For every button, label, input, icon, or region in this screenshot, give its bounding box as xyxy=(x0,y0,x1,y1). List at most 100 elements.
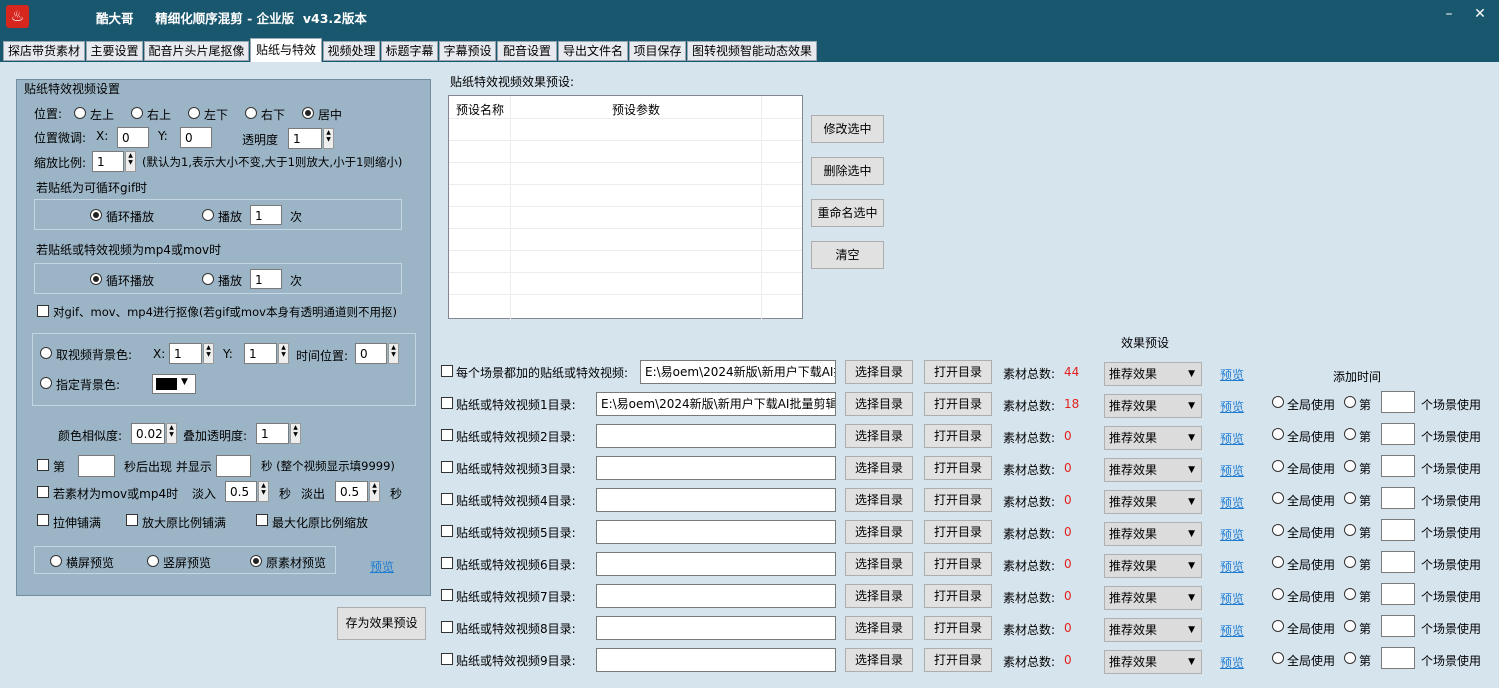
tab-store-material[interactable]: 探店带货素材 xyxy=(3,41,85,61)
nth-scene-radio[interactable] xyxy=(1344,428,1356,440)
effect-select[interactable]: 推荐效果 ▼ xyxy=(1104,394,1202,418)
show-duration-input[interactable] xyxy=(216,455,251,477)
fade-out-input[interactable]: 0.5 xyxy=(335,481,368,502)
global-use-radio[interactable] xyxy=(1272,524,1284,536)
bg-y-input[interactable]: 1 xyxy=(244,343,277,364)
scale-spinner[interactable]: ▲ ▼ xyxy=(125,151,136,172)
nth-scene-radio[interactable] xyxy=(1344,396,1356,408)
open-dir-button[interactable]: 打开目录 xyxy=(924,456,992,480)
row-checkbox[interactable] xyxy=(441,461,453,473)
global-use-radio[interactable] xyxy=(1272,652,1284,664)
scene-number-input[interactable] xyxy=(1381,647,1415,669)
select-dir-button[interactable]: 选择目录 xyxy=(845,616,913,640)
nth-scene-radio[interactable] xyxy=(1344,588,1356,600)
select-dir-button[interactable]: 选择目录 xyxy=(845,424,913,448)
scene-number-input[interactable] xyxy=(1381,519,1415,541)
mp4-play-radio[interactable] xyxy=(202,273,214,285)
effect-select[interactable]: 推荐效果 ▼ xyxy=(1104,490,1202,514)
x-offset-input[interactable]: 0 xyxy=(117,127,149,148)
overlay-opacity-spinner[interactable]: ▲ ▼ xyxy=(290,423,301,444)
scene-number-input[interactable] xyxy=(1381,551,1415,573)
time-position-spinner[interactable]: ▲ ▼ xyxy=(388,343,399,364)
left-preview-link[interactable]: 预览 xyxy=(370,558,394,575)
tab-subtitle-presets[interactable]: 字幕预设 xyxy=(439,41,496,61)
gif-play-radio[interactable] xyxy=(202,209,214,221)
global-use-radio[interactable] xyxy=(1272,556,1284,568)
position-bottom-left-radio[interactable] xyxy=(188,107,200,119)
tab-export-filename[interactable]: 导出文件名 xyxy=(558,41,628,61)
similarity-input[interactable]: 0.02 xyxy=(131,423,165,444)
bg-from-video-radio[interactable] xyxy=(40,347,52,359)
nth-scene-radio[interactable] xyxy=(1344,460,1356,472)
row-checkbox[interactable] xyxy=(441,589,453,601)
row-path-input[interactable] xyxy=(596,488,836,512)
row-path-input[interactable]: E:\易oem\2024新版\新用户下载AI抖 xyxy=(640,360,836,384)
tab-project-save[interactable]: 项目保存 xyxy=(629,41,686,61)
row-checkbox[interactable] xyxy=(441,621,453,633)
global-use-radio[interactable] xyxy=(1272,588,1284,600)
row-preview-link[interactable]: 预览 xyxy=(1220,654,1244,671)
row-checkbox[interactable] xyxy=(441,397,453,409)
row-preview-link[interactable]: 预览 xyxy=(1220,366,1244,383)
row-preview-link[interactable]: 预览 xyxy=(1220,430,1244,447)
original-preview-radio[interactable] xyxy=(250,555,262,567)
gif-times-input[interactable]: 1 xyxy=(250,205,282,225)
select-dir-button[interactable]: 选择目录 xyxy=(845,456,913,480)
fade-out-spinner[interactable]: ▲ ▼ xyxy=(369,481,380,502)
gif-loop-radio[interactable] xyxy=(90,209,102,221)
open-dir-button[interactable]: 打开目录 xyxy=(924,616,992,640)
bg-x-spinner[interactable]: ▲ ▼ xyxy=(203,343,214,364)
tab-title-subtitles[interactable]: 标题字幕 xyxy=(381,41,438,61)
global-use-radio[interactable] xyxy=(1272,460,1284,472)
show-start-input[interactable] xyxy=(78,455,115,477)
open-dir-button[interactable]: 打开目录 xyxy=(924,424,992,448)
overlay-opacity-input[interactable]: 1 xyxy=(256,423,289,444)
save-preset-button[interactable]: 存为效果预设 xyxy=(337,607,426,640)
scene-number-input[interactable] xyxy=(1381,455,1415,477)
similarity-spinner[interactable]: ▲ ▼ xyxy=(166,423,177,444)
open-dir-button[interactable]: 打开目录 xyxy=(924,488,992,512)
effect-select[interactable]: 推荐效果 ▼ xyxy=(1104,586,1202,610)
select-dir-button[interactable]: 选择目录 xyxy=(845,552,913,576)
row-path-input[interactable]: E:\易oem\2024新版\新用户下载AI批量剪辑 xyxy=(596,392,836,416)
effect-select[interactable]: 推荐效果 ▼ xyxy=(1104,426,1202,450)
portrait-preview-radio[interactable] xyxy=(147,555,159,567)
opacity-input[interactable]: 1 xyxy=(288,128,322,149)
select-dir-button[interactable]: 选择目录 xyxy=(845,392,913,416)
global-use-radio[interactable] xyxy=(1272,620,1284,632)
row-preview-link[interactable]: 预览 xyxy=(1220,590,1244,607)
mp4-loop-radio[interactable] xyxy=(90,273,102,285)
bg-y-spinner[interactable]: ▲ ▼ xyxy=(278,343,289,364)
row-path-input[interactable] xyxy=(596,584,836,608)
row-path-input[interactable] xyxy=(596,552,836,576)
time-position-input[interactable]: 0 xyxy=(355,343,387,364)
rename-selected-button[interactable]: 重命名选中 xyxy=(811,199,884,227)
minimize-button[interactable]: – xyxy=(1439,6,1459,22)
position-top-right-radio[interactable] xyxy=(131,107,143,119)
effect-select[interactable]: 推荐效果 ▼ xyxy=(1104,618,1202,642)
row-checkbox[interactable] xyxy=(441,429,453,441)
global-use-radio[interactable] xyxy=(1272,428,1284,440)
fade-in-spinner[interactable]: ▲ ▼ xyxy=(258,481,269,502)
row-preview-link[interactable]: 预览 xyxy=(1220,494,1244,511)
open-dir-button[interactable]: 打开目录 xyxy=(924,584,992,608)
global-use-radio[interactable] xyxy=(1272,492,1284,504)
scene-number-input[interactable] xyxy=(1381,615,1415,637)
scene-number-input[interactable] xyxy=(1381,583,1415,605)
tab-stickers-effects[interactable]: 贴纸与特效 xyxy=(250,38,322,62)
position-bottom-right-radio[interactable] xyxy=(245,107,257,119)
nth-scene-radio[interactable] xyxy=(1344,556,1356,568)
scene-number-input[interactable] xyxy=(1381,391,1415,413)
show-time-checkbox[interactable] xyxy=(37,459,49,471)
row-checkbox[interactable] xyxy=(441,525,453,537)
row-preview-link[interactable]: 预览 xyxy=(1220,398,1244,415)
open-dir-button[interactable]: 打开目录 xyxy=(924,520,992,544)
fade-checkbox[interactable] xyxy=(37,486,49,498)
tab-image-to-video[interactable]: 图转视频智能动态效果 xyxy=(687,41,817,61)
tab-video-processing[interactable]: 视频处理 xyxy=(323,41,380,61)
row-path-input[interactable] xyxy=(596,616,836,640)
tab-voice-intro-outro[interactable]: 配音片头片尾抠像 xyxy=(144,41,249,61)
select-dir-button[interactable]: 选择目录 xyxy=(845,360,913,384)
stretch-checkbox[interactable] xyxy=(37,514,49,526)
row-preview-link[interactable]: 预览 xyxy=(1220,462,1244,479)
